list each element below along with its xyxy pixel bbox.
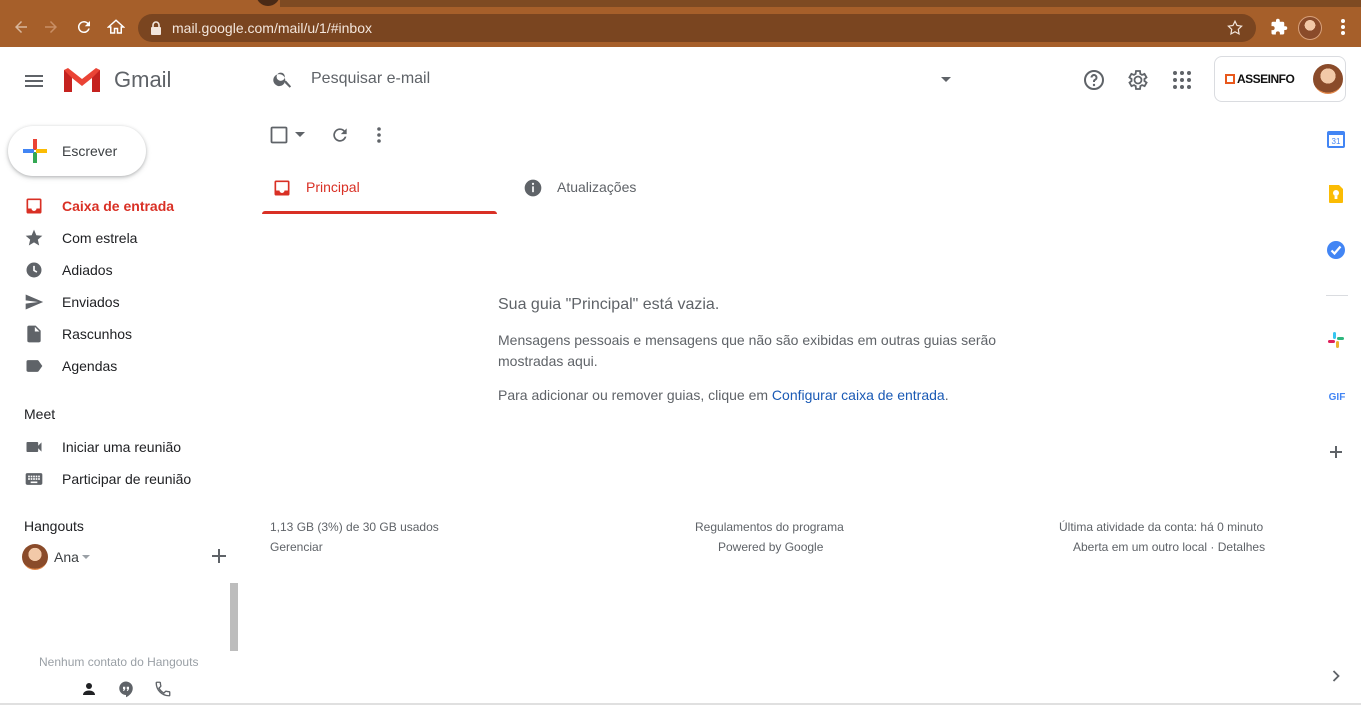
- sidebar-item-starred[interactable]: Com estrela: [0, 222, 246, 254]
- powered-by-google-text: Powered by Google: [718, 540, 824, 554]
- url-text: mail.google.com/mail/u/1/#inbox: [172, 20, 372, 36]
- sidebar-item-inbox[interactable]: Caixa de entrada: [0, 190, 246, 222]
- open-elsewhere-text: Aberta em um outro local · Detalhes: [1073, 540, 1266, 554]
- keyboard-icon: [24, 469, 44, 489]
- contacts-person-icon[interactable]: [80, 680, 98, 698]
- more-options-icon[interactable]: [376, 126, 382, 144]
- sidebar-item-join-meeting[interactable]: Participar de reunião: [0, 463, 246, 495]
- gmail-logo-icon[interactable]: [62, 66, 102, 94]
- forward-icon[interactable]: [40, 16, 62, 38]
- details-link[interactable]: Detalhes: [1218, 540, 1265, 554]
- select-options-chevron-down-icon[interactable]: [295, 132, 305, 138]
- select-all-checkbox[interactable]: [270, 126, 288, 144]
- star-icon: [24, 228, 44, 248]
- info-icon: [523, 178, 543, 198]
- empty-state-description: Mensagens pessoais e mensagens que não s…: [498, 332, 997, 369]
- lock-icon: [150, 21, 162, 35]
- hangouts-add-icon[interactable]: [212, 549, 226, 563]
- hangouts-scrollbar[interactable]: [230, 583, 238, 651]
- sidebar-item-label: Rascunhos: [62, 326, 133, 342]
- sidebar-item-label: Enviados: [62, 294, 120, 310]
- sidebar-item-snoozed[interactable]: Adiados: [0, 254, 246, 286]
- draft-icon: [24, 324, 44, 344]
- sidebar-item-label: Participar de reunião: [62, 471, 192, 487]
- profile-avatar[interactable]: [1298, 16, 1322, 40]
- tab-principal[interactable]: Principal: [262, 162, 497, 214]
- main-menu-icon[interactable]: [22, 69, 46, 93]
- help-icon[interactable]: [1082, 68, 1106, 92]
- sidebar-item-start-meeting[interactable]: Iniciar uma reunião: [0, 431, 246, 463]
- empty-state-title: Sua guia "Principal" está vazia.: [498, 296, 720, 313]
- tab-favicon: [256, 0, 280, 6]
- tasks-check-icon[interactable]: [1326, 240, 1348, 262]
- last-activity-text: Última atividade da conta: há 0 minuto: [1059, 520, 1264, 534]
- account-switcher[interactable]: ASSEINFO: [1214, 56, 1346, 102]
- gmail-wordmark[interactable]: Gmail: [114, 67, 171, 93]
- empty-state-configure-text: Para adicionar ou remover guias, clique …: [498, 387, 949, 403]
- hangouts-chat-icon[interactable]: [117, 680, 135, 698]
- program-policies-link[interactable]: Regulamentos do programa: [695, 520, 844, 534]
- sidebar-item-drafts[interactable]: Rascunhos: [0, 318, 246, 350]
- svg-text:31: 31: [1332, 137, 1341, 146]
- extensions-icon[interactable]: [1268, 16, 1290, 38]
- hangouts-empty-text: Nenhum contato do Hangouts: [39, 655, 199, 669]
- tab-atualizacoes[interactable]: Atualizações: [513, 162, 748, 214]
- sidebar-item-sent[interactable]: Enviados: [0, 286, 246, 318]
- settings-gear-icon[interactable]: [1126, 68, 1150, 92]
- slack-icon[interactable]: [1326, 330, 1348, 352]
- search-input[interactable]: Pesquisar e-mail: [311, 70, 430, 88]
- sidebar-item-label: Caixa de entrada: [62, 198, 175, 214]
- sidebar-item-label: Com estrela: [62, 230, 138, 246]
- hangouts-status-chevron-down-icon[interactable]: [82, 555, 90, 559]
- add-addon-plus-icon[interactable]: [1326, 442, 1348, 464]
- tab-strip: [280, 0, 1361, 7]
- sidebar-item-label: Adiados: [62, 262, 113, 278]
- hangouts-user-avatar[interactable]: [22, 544, 48, 570]
- compose-plus-icon: [22, 138, 48, 164]
- svg-text:GIF: GIF: [1329, 392, 1346, 403]
- org-brand-logo: ASSEINFO: [1225, 72, 1295, 86]
- video-icon: [24, 437, 44, 457]
- compose-button[interactable]: Escrever: [8, 126, 146, 176]
- sidebar-item-label: Agendas: [62, 358, 118, 374]
- reload-icon[interactable]: [73, 16, 95, 38]
- storage-usage-text: 1,13 GB (3%) de 30 GB usados: [270, 520, 439, 534]
- configure-inbox-link[interactable]: Configurar caixa de entrada: [772, 387, 945, 403]
- account-avatar[interactable]: [1313, 64, 1343, 94]
- expand-panel-chevron-right-icon[interactable]: [1326, 666, 1348, 688]
- tab-label: Principal: [306, 179, 360, 195]
- apps-grid-icon[interactable]: [1170, 68, 1194, 92]
- home-icon[interactable]: [105, 16, 127, 38]
- search-icon[interactable]: [272, 68, 294, 90]
- bookmark-star-icon[interactable]: [1226, 19, 1244, 37]
- address-bar[interactable]: mail.google.com/mail/u/1/#inbox: [138, 14, 1256, 42]
- keep-bulb-icon[interactable]: [1326, 184, 1348, 206]
- tab-label: Atualizações: [557, 179, 637, 195]
- browser-menu-icon[interactable]: [1332, 16, 1354, 38]
- inbox-icon: [272, 178, 292, 198]
- compose-label: Escrever: [62, 143, 118, 159]
- gif-icon[interactable]: GIF: [1326, 386, 1348, 408]
- hangouts-section-title: Hangouts: [24, 518, 84, 534]
- clock-icon: [24, 260, 44, 280]
- tab-selected-indicator: [262, 211, 497, 214]
- inbox-icon: [24, 196, 44, 216]
- manage-storage-link[interactable]: Gerenciar: [270, 540, 323, 554]
- phone-icon[interactable]: [154, 680, 172, 698]
- calendar-icon[interactable]: 31: [1326, 129, 1348, 151]
- side-panel-divider: [1326, 295, 1348, 296]
- search-options-chevron-icon[interactable]: [940, 76, 952, 84]
- sidebar-item-agendas[interactable]: Agendas: [0, 350, 246, 382]
- back-icon[interactable]: [10, 16, 32, 38]
- label-icon: [24, 356, 44, 376]
- browser-toolbar: mail.google.com/mail/u/1/#inbox: [0, 0, 1361, 47]
- send-icon: [24, 292, 44, 312]
- hangouts-user-name[interactable]: Ana: [54, 549, 79, 565]
- sidebar-item-label: Iniciar uma reunião: [62, 439, 182, 455]
- refresh-icon[interactable]: [330, 125, 350, 145]
- meet-section-title: Meet: [24, 406, 56, 422]
